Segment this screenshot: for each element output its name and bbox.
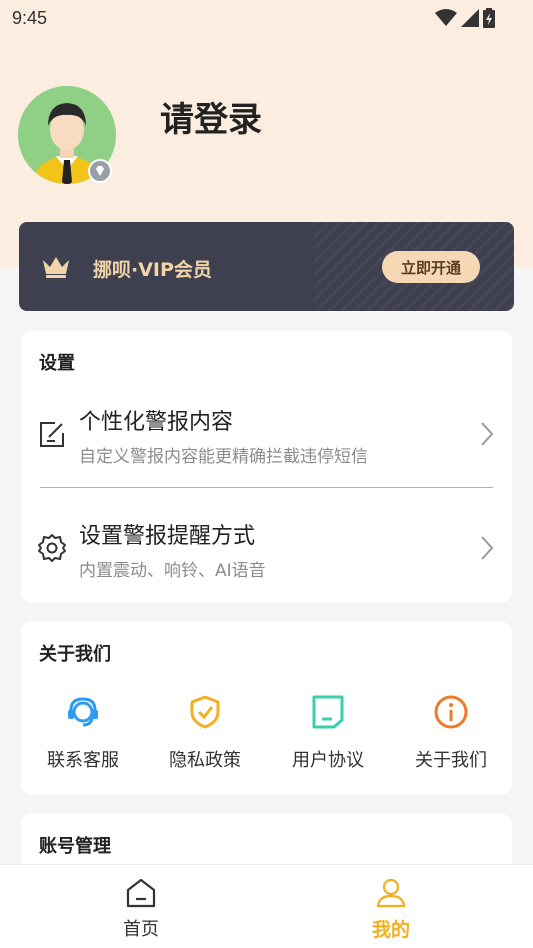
about-us-button[interactable]: 关于我们 <box>401 692 501 782</box>
crown-icon <box>43 257 69 278</box>
vip-card[interactable]: 挪呗·VIP会员 立即开通 <box>19 222 514 311</box>
tab-label: 首页 <box>123 919 159 940</box>
status-icons <box>435 8 495 28</box>
about-card: 关于我们 联系客服 隐私政策 用户协议 关于我们 <box>21 622 512 794</box>
setting-subtitle: 内置震动、响铃、AI语音 <box>79 561 266 581</box>
battery-icon <box>483 8 495 28</box>
tab-mine[interactable]: 我的 <box>331 865 451 948</box>
shield-check-icon <box>190 695 220 729</box>
bottom-tab-bar: 首页 我的 <box>0 864 533 948</box>
document-icon <box>312 695 344 729</box>
info-icon <box>434 695 468 729</box>
setting-alert-method[interactable]: 设置警报提醒方式 内置震动、响铃、AI语音 <box>21 505 512 595</box>
login-prompt[interactable]: 请登录 <box>160 92 262 141</box>
about-item-label: 隐私政策 <box>169 750 241 771</box>
about-item-label: 联系客服 <box>47 750 119 771</box>
tab-home[interactable]: 首页 <box>81 865 201 948</box>
gear-icon <box>38 534 66 562</box>
settings-card: 设置 个性化警报内容 自定义警报内容能更精确拦截违停短信 设置警报提醒方式 内置… <box>21 331 512 602</box>
signal-icon <box>461 9 479 27</box>
status-bar: 9:45 <box>0 0 533 36</box>
vip-badge-icon <box>88 159 112 183</box>
setting-title: 个性化警报内容 <box>79 410 234 435</box>
status-time: 9:45 <box>12 7 48 28</box>
tab-label: 我的 <box>371 919 410 941</box>
about-title: 关于我们 <box>39 644 111 665</box>
about-item-label: 关于我们 <box>415 750 487 771</box>
home-icon <box>126 878 156 908</box>
divider <box>40 487 493 488</box>
setting-personalized-alert[interactable]: 个性化警报内容 自定义警报内容能更精确拦截违停短信 <box>21 391 512 481</box>
vip-label: 挪呗·VIP会员 <box>93 259 212 281</box>
about-item-label: 用户协议 <box>292 750 364 771</box>
user-agreement-button[interactable]: 用户协议 <box>278 692 378 782</box>
account-title: 账号管理 <box>39 836 111 857</box>
edit-icon <box>40 422 64 447</box>
headset-icon <box>68 697 98 727</box>
user-icon <box>376 878 406 908</box>
setting-subtitle: 自定义警报内容能更精确拦截违停短信 <box>79 447 368 467</box>
wifi-icon <box>435 9 457 26</box>
chevron-right-icon <box>481 536 494 560</box>
settings-title: 设置 <box>39 353 75 374</box>
setting-title: 设置警报提醒方式 <box>79 524 256 549</box>
vip-open-button[interactable]: 立即开通 <box>382 251 480 283</box>
contact-support-button[interactable]: 联系客服 <box>33 692 133 782</box>
privacy-policy-button[interactable]: 隐私政策 <box>155 692 255 782</box>
chevron-right-icon <box>481 422 494 446</box>
